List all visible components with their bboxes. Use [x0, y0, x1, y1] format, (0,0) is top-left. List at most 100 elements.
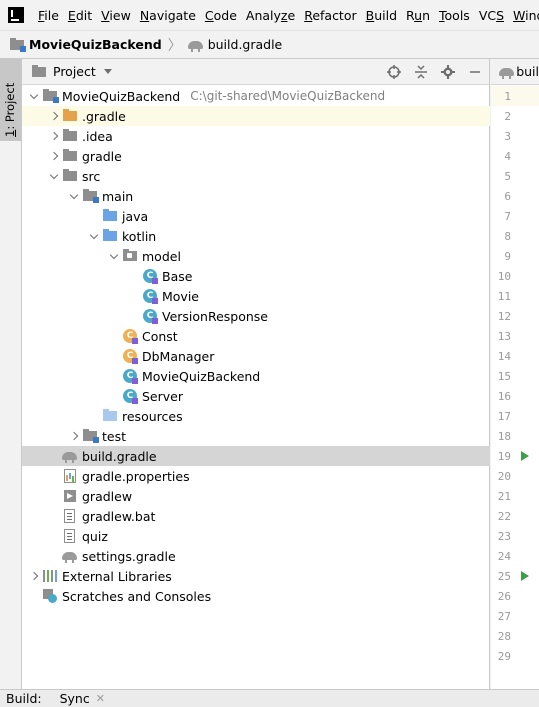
menu-item[interactable]: Run	[406, 8, 430, 23]
tree-item[interactable]: main	[22, 186, 490, 206]
tree-item[interactable]: test	[22, 426, 490, 446]
collapse-all-button[interactable]	[411, 62, 431, 82]
menu-item[interactable]: Window	[513, 8, 539, 23]
chevron-right-icon[interactable]	[46, 146, 62, 166]
tree-item[interactable]: gradle.properties	[22, 466, 490, 486]
sync-tab[interactable]: Sync ✕	[60, 691, 105, 706]
gutter-line: 4	[491, 146, 539, 166]
tree-item-label: gradlew	[82, 488, 133, 504]
sync-tab-label: Sync	[59, 691, 90, 706]
menu-item[interactable]: View	[101, 8, 131, 23]
breadcrumb-project[interactable]: MovieQuizBackend	[9, 37, 162, 53]
tree-item[interactable]: .idea	[22, 126, 490, 146]
project-view-selector[interactable]: Project	[53, 64, 96, 79]
chevron-down-icon[interactable]	[103, 69, 112, 74]
locate-file-button[interactable]	[384, 62, 404, 82]
line-number: 18	[497, 429, 511, 443]
line-number: 12	[497, 309, 511, 323]
chevron-down-icon[interactable]	[86, 226, 102, 246]
menu-item[interactable]: Build	[366, 8, 397, 23]
folder-icon	[62, 168, 78, 184]
text-file-icon	[62, 508, 78, 524]
project-tool-window: Project MovieQuizBackend C:\git-shared\Mo…	[22, 59, 490, 689]
minimize-icon	[470, 71, 480, 73]
breadcrumb-file[interactable]: build.gradle	[187, 37, 282, 53]
settings-button[interactable]	[438, 62, 458, 82]
chevron-down-icon[interactable]	[106, 246, 122, 266]
tree-item[interactable]: settings.gradle	[22, 546, 490, 566]
line-number: 3	[504, 129, 511, 143]
breadcrumb-project-label: MovieQuizBackend	[29, 37, 162, 52]
line-number: 14	[497, 349, 511, 363]
tree-item[interactable]: model	[22, 246, 490, 266]
tree-item-label: src	[82, 168, 101, 184]
gutter-line: 3	[491, 126, 539, 146]
close-icon[interactable]: ✕	[96, 692, 105, 705]
project-tool-window-button[interactable]: 1: Project	[0, 59, 21, 141]
gutter-line: 16	[491, 386, 539, 406]
tree-item[interactable]: resources	[22, 406, 490, 426]
chevron-right-icon[interactable]	[46, 106, 62, 126]
tree-item[interactable]: java	[22, 206, 490, 226]
menu-item[interactable]: File	[38, 8, 59, 23]
menu-item[interactable]: Tools	[439, 8, 470, 23]
tree-item-label: quiz	[82, 528, 108, 544]
source-folder-icon	[102, 228, 118, 244]
gutter-line: 6	[491, 186, 539, 206]
tree-item[interactable]: gradle	[22, 146, 490, 166]
tree-item[interactable]: C MovieQuizBackend	[22, 366, 490, 386]
menu-item[interactable]: VCS	[479, 8, 504, 23]
tree-item[interactable]: .gradle	[22, 106, 490, 126]
gutter-line: 22	[491, 506, 539, 526]
menu-item[interactable]: Refactor	[304, 8, 356, 23]
tree-item[interactable]: build.gradle	[22, 446, 490, 466]
tree-item[interactable]: C Const	[22, 326, 490, 346]
panel-header-actions	[377, 62, 485, 82]
tree-item[interactable]: Scratches and Consoles	[22, 586, 490, 606]
run-gutter-icon[interactable]	[521, 451, 529, 461]
tree-item[interactable]: External Libraries	[22, 566, 490, 586]
tree-item[interactable]: src	[22, 166, 490, 186]
chevron-down-icon[interactable]	[46, 166, 62, 186]
folder-module-icon	[82, 188, 99, 204]
tree-item[interactable]: MovieQuizBackend C:\git-shared\MovieQuizB…	[22, 86, 490, 106]
main-menu-bar: File Edit View Navigate Code Analyze Refactor B…	[0, 0, 539, 30]
tree-item[interactable]: gradlew	[22, 486, 490, 506]
tree-item[interactable]: C Server	[22, 386, 490, 406]
chevron-down-icon[interactable]	[26, 86, 42, 106]
tree-item[interactable]: C DbManager	[22, 346, 490, 366]
chevron-right-icon[interactable]	[46, 126, 62, 146]
editor-area: buil 1 2 3 4 5 6 7 8 9 10 11 12 13 14 15 16 17 18 19 20 21 22…	[491, 59, 539, 689]
chevron-right-icon[interactable]	[66, 426, 82, 446]
tree-item[interactable]: C VersionResponse	[22, 306, 490, 326]
menu-item[interactable]: Code	[205, 8, 237, 23]
menu-item[interactable]: Navigate	[140, 8, 196, 23]
gradle-icon	[62, 548, 78, 564]
line-number: 17	[497, 409, 511, 423]
gutter-line: 21	[491, 486, 539, 506]
gutter-line: 8	[491, 226, 539, 246]
menu-item[interactable]: Edit	[68, 8, 92, 23]
tree-item-label: Base	[162, 268, 193, 284]
tree-item[interactable]: kotlin	[22, 226, 490, 246]
hide-panel-button[interactable]	[465, 62, 485, 82]
tree-item[interactable]: C Movie	[22, 286, 490, 306]
line-number: 27	[497, 609, 511, 623]
tree-item-label: MovieQuizBackend	[62, 88, 181, 104]
chevron-right-icon[interactable]	[26, 566, 42, 586]
folder-icon	[62, 128, 78, 144]
gutter-line: 1	[491, 86, 539, 106]
chevron-down-icon[interactable]	[66, 186, 82, 206]
run-gutter-icon[interactable]	[521, 571, 529, 581]
line-number: 8	[504, 229, 511, 243]
menu-item[interactable]: Analyze	[246, 8, 295, 23]
editor-tab-build-gradle[interactable]: buil	[516, 64, 539, 79]
tree-item[interactable]: C Base	[22, 266, 490, 286]
line-number: 9	[504, 249, 511, 263]
tree-item[interactable]: gradlew.bat	[22, 506, 490, 526]
tree-item[interactable]: quiz	[22, 526, 490, 546]
